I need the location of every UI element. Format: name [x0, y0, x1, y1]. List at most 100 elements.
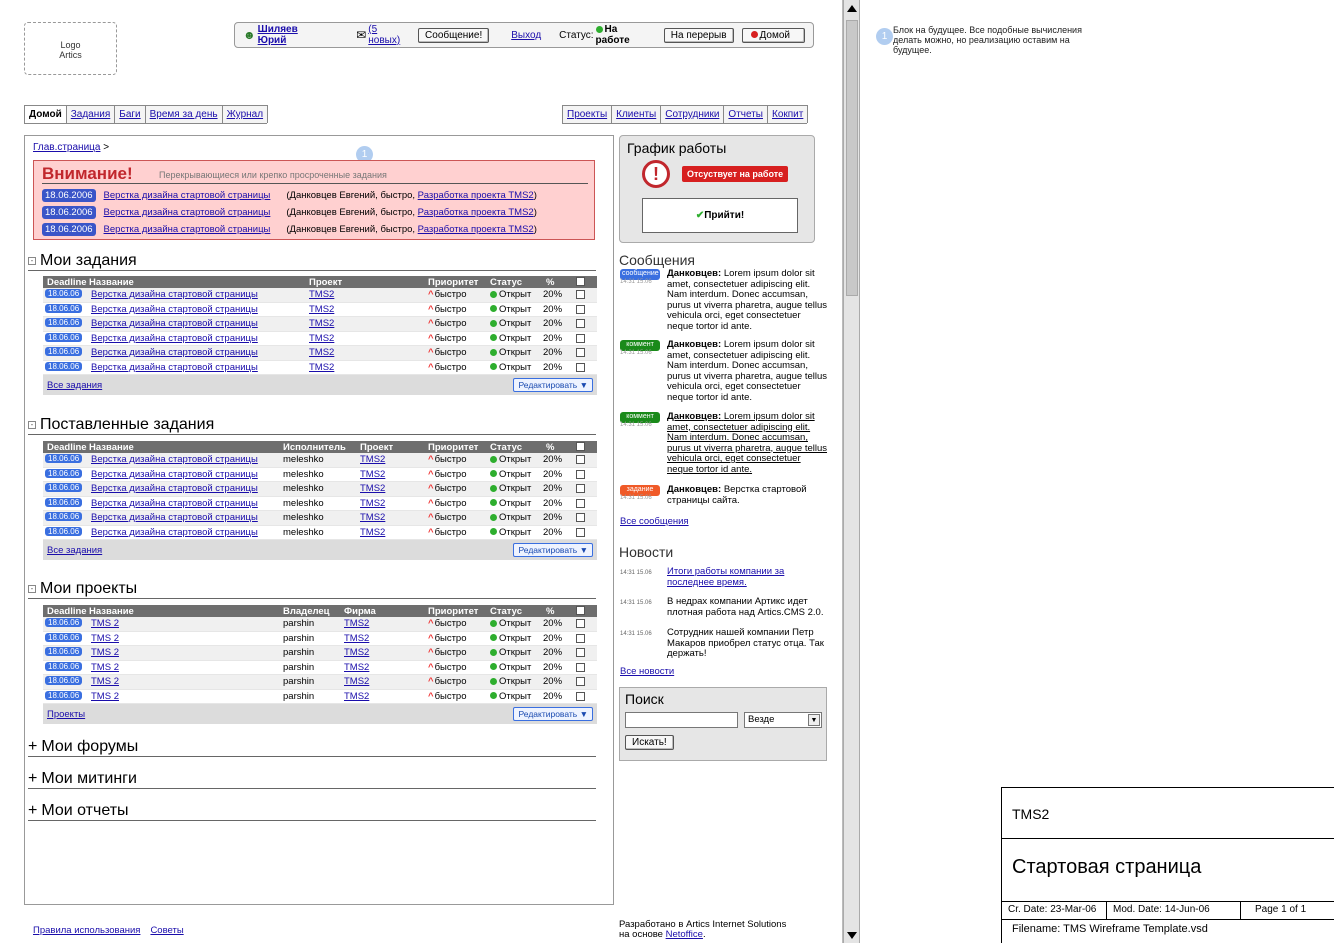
projects-link[interactable]: Проекты	[47, 709, 85, 720]
row-checkbox[interactable]	[576, 527, 585, 537]
task-link[interactable]: Верстка дизайна стартовой страницы	[91, 333, 258, 344]
select-all-checkbox[interactable]	[576, 277, 585, 286]
edit-dropdown[interactable]: Редактировать ▼	[513, 707, 593, 721]
alert-project-link[interactable]: Разработка проекта TMS2	[418, 224, 534, 235]
breadcrumb-home-link[interactable]: Глав.страница	[33, 142, 100, 153]
row-checkbox[interactable]	[576, 290, 585, 299]
row-checkbox[interactable]	[576, 319, 585, 328]
alert-project-link[interactable]: Разработка проекта TMS2	[418, 207, 534, 218]
row-checkbox[interactable]	[576, 648, 585, 657]
search-button[interactable]: Искать!	[625, 735, 674, 750]
tab-projects[interactable]: Проекты	[562, 105, 613, 123]
tab-cockpit[interactable]: Кокпит	[767, 105, 809, 123]
section-projects-header[interactable]: - Мои проекты	[28, 580, 596, 599]
task-link[interactable]: Верстка дизайна стартовой страницы	[91, 318, 258, 329]
tab-employees[interactable]: Сотрудники	[660, 105, 725, 123]
rules-link[interactable]: Правила использования	[33, 925, 140, 936]
project-link[interactable]: TMS2	[309, 304, 334, 315]
task-link[interactable]: Верстка дизайна стартовой страницы	[91, 347, 258, 358]
project-link[interactable]: TMS2	[309, 289, 334, 300]
select-all-checkbox[interactable]	[576, 442, 585, 451]
task-link[interactable]: Верстка дизайна стартовой страницы	[91, 498, 258, 509]
section-assigned-header[interactable]: - Поставленные задания	[28, 416, 596, 435]
project-link[interactable]: TMS2	[309, 362, 334, 373]
project-name-link[interactable]: TMS 2	[91, 647, 119, 658]
scroll-down-icon[interactable]	[847, 932, 857, 939]
tab-journal[interactable]: Журнал	[221, 105, 269, 123]
firm-link[interactable]: TMS2	[344, 662, 369, 673]
row-checkbox[interactable]	[576, 304, 585, 314]
section-reports-header[interactable]: + Мои отчеты	[28, 802, 596, 821]
edit-dropdown[interactable]: Редактировать ▼	[513, 543, 593, 557]
project-name-link[interactable]: TMS 2	[91, 676, 119, 687]
expand-icon[interactable]: +	[28, 802, 37, 820]
search-input[interactable]	[625, 712, 738, 728]
task-link[interactable]: Верстка дизайна стартовой страницы	[91, 469, 258, 480]
row-checkbox[interactable]	[576, 633, 585, 643]
row-checkbox[interactable]	[576, 348, 585, 357]
row-checkbox[interactable]	[576, 619, 585, 628]
alert-project-link[interactable]: Разработка проекта TMS2	[418, 190, 534, 201]
tab-bugs[interactable]: Баги	[114, 105, 146, 123]
row-checkbox[interactable]	[576, 362, 585, 372]
task-link[interactable]: Верстка дизайна стартовой страницы	[91, 289, 258, 300]
project-link[interactable]: TMS2	[360, 512, 385, 523]
logout-link[interactable]: Выход	[511, 30, 541, 41]
row-checkbox[interactable]	[576, 455, 585, 464]
project-link[interactable]: TMS2	[360, 469, 385, 480]
row-checkbox[interactable]	[576, 484, 585, 493]
tab-time[interactable]: Время за день	[144, 105, 223, 123]
section-my-tasks-header[interactable]: - Мои задания	[28, 252, 596, 271]
task-link[interactable]: Верстка дизайна стартовой страницы	[91, 304, 258, 315]
scroll-up-icon[interactable]	[847, 5, 857, 12]
all-news-link[interactable]: Все новости	[620, 666, 674, 677]
task-link[interactable]: Верстка дизайна стартовой страницы	[91, 454, 258, 465]
project-name-link[interactable]: TMS 2	[91, 691, 119, 702]
alert-task-link[interactable]: Верстка дизайна стартовой страницы	[104, 224, 271, 235]
section-forums-header[interactable]: + Мои форумы	[28, 738, 596, 757]
task-link[interactable]: Верстка дизайна стартовой страницы	[91, 512, 258, 523]
news-link[interactable]: Итоги работы компании за последнее время…	[667, 566, 827, 588]
select-all-checkbox[interactable]	[576, 606, 585, 615]
collapse-icon[interactable]: -	[28, 585, 36, 593]
tab-home[interactable]: Домой	[24, 105, 67, 123]
firm-link[interactable]: TMS2	[344, 691, 369, 702]
project-name-link[interactable]: TMS 2	[91, 662, 119, 673]
search-scope-select[interactable]: Везде ▼	[744, 712, 822, 728]
firm-link[interactable]: TMS2	[344, 633, 369, 644]
project-link[interactable]: TMS2	[360, 527, 385, 538]
message-text[interactable]: Данковцев: Lorem ipsum dolor sit amet, c…	[667, 411, 827, 475]
home-button[interactable]: Домой	[741, 27, 805, 43]
row-checkbox[interactable]	[576, 498, 585, 508]
task-link[interactable]: Верстка дизайна стартовой страницы	[91, 483, 258, 494]
edit-dropdown[interactable]: Редактировать ▼	[513, 378, 593, 392]
expand-icon[interactable]: +	[28, 770, 37, 788]
all-tasks-link[interactable]: Все задания	[47, 545, 102, 556]
firm-link[interactable]: TMS2	[344, 618, 369, 629]
project-link[interactable]: TMS2	[360, 483, 385, 494]
project-link[interactable]: TMS2	[309, 318, 334, 329]
alert-task-link[interactable]: Верстка дизайна стартовой страницы	[104, 207, 271, 218]
row-checkbox[interactable]	[576, 513, 585, 522]
project-link[interactable]: TMS2	[309, 333, 334, 344]
task-link[interactable]: Верстка дизайна стартовой страницы	[91, 362, 258, 373]
vertical-scrollbar[interactable]	[843, 0, 860, 943]
collapse-icon[interactable]: -	[28, 421, 36, 429]
section-meetings-header[interactable]: + Мои митинги	[28, 770, 596, 789]
come-button[interactable]: ✔Прийти!	[642, 198, 798, 233]
project-name-link[interactable]: TMS 2	[91, 633, 119, 644]
new-messages-link[interactable]: (5 новых)	[368, 24, 410, 46]
firm-link[interactable]: TMS2	[344, 647, 369, 658]
row-checkbox[interactable]	[576, 333, 585, 343]
tab-reports[interactable]: Отчеты	[723, 105, 768, 123]
project-link[interactable]: TMS2	[309, 347, 334, 358]
project-name-link[interactable]: TMS 2	[91, 618, 119, 629]
user-name-link[interactable]: Шиляев Юрий	[258, 24, 327, 46]
tab-tasks[interactable]: Задания	[65, 105, 116, 123]
expand-icon[interactable]: +	[28, 738, 37, 756]
all-messages-link[interactable]: Все сообщения	[620, 516, 689, 527]
all-tasks-link[interactable]: Все задания	[47, 380, 102, 391]
break-button[interactable]: На перерыв	[663, 27, 734, 43]
row-checkbox[interactable]	[576, 662, 585, 672]
message-button[interactable]: Сообщение!	[418, 27, 490, 43]
